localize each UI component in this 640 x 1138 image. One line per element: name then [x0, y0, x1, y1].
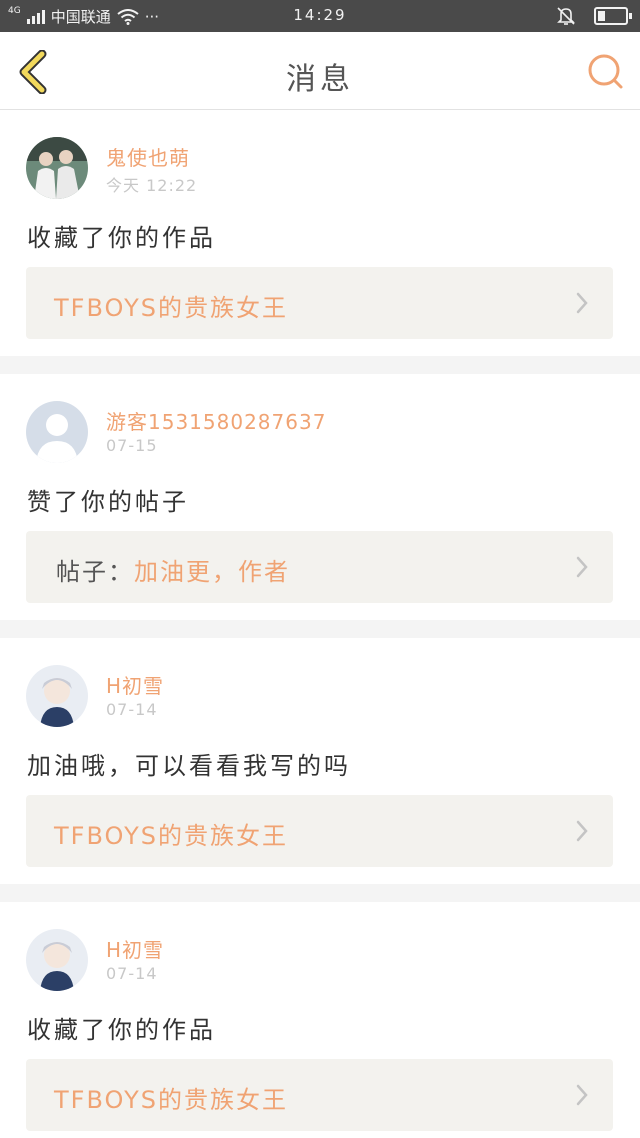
message-list: 鬼使也萌 今天 12:22 收藏了你的作品 TFBOYS的贵族女王 游客1531…: [0, 110, 640, 1138]
chevron-right-icon: [576, 820, 588, 842]
reference-prefix: 帖子：: [56, 558, 134, 586]
username[interactable]: H初雪: [106, 670, 164, 699]
message-card[interactable]: H初雪 07-14 加油哦，可以看看我写的吗 TFBOYS的贵族女王: [0, 638, 640, 884]
reference-link[interactable]: 帖子：加油更，作者: [26, 531, 613, 603]
message-action: 收藏了你的作品: [27, 224, 216, 252]
chevron-right-icon: [576, 292, 588, 314]
message-time: 今天 12:22: [106, 176, 198, 195]
avatar[interactable]: [26, 929, 88, 991]
message-action: 加油哦，可以看看我写的吗: [27, 752, 351, 780]
status-right: [556, 6, 632, 26]
status-time: 14:29: [293, 6, 347, 24]
message-time: 07-15: [106, 436, 158, 455]
search-icon[interactable]: [586, 52, 624, 90]
message-action: 收藏了你的作品: [27, 1016, 216, 1044]
message-time: 07-14: [106, 700, 158, 719]
bell-off-icon: [557, 7, 575, 25]
chevron-right-icon: [576, 556, 588, 578]
avatar[interactable]: [26, 401, 88, 463]
username[interactable]: 游客1531580287637: [106, 406, 326, 435]
nav-bar: 消息: [0, 32, 640, 110]
username[interactable]: H初雪: [106, 934, 164, 963]
chevron-right-icon: [576, 1084, 588, 1106]
status-bar: 4G 中国联通 ··· 14:29: [0, 0, 640, 32]
reference-title: TFBOYS的贵族女王: [54, 1086, 288, 1114]
avatar[interactable]: [26, 665, 88, 727]
reference-text: TFBOYS的贵族女王: [54, 816, 288, 851]
avatar[interactable]: [26, 137, 88, 199]
reference-title: TFBOYS的贵族女王: [54, 294, 288, 322]
reference-link[interactable]: TFBOYS的贵族女王: [26, 1059, 613, 1131]
message-time: 07-14: [106, 964, 158, 983]
battery-icon: [594, 7, 632, 25]
reference-text: TFBOYS的贵族女王: [54, 1080, 288, 1115]
message-card[interactable]: 鬼使也萌 今天 12:22 收藏了你的作品 TFBOYS的贵族女王: [0, 110, 640, 356]
reference-text: TFBOYS的贵族女王: [54, 288, 288, 323]
reference-title: TFBOYS的贵族女王: [54, 822, 288, 850]
reference-text: 帖子：加油更，作者: [56, 552, 290, 587]
message-card[interactable]: 游客1531580287637 07-15 赞了你的帖子 帖子：加油更，作者: [0, 374, 640, 620]
username[interactable]: 鬼使也萌: [106, 142, 190, 171]
reference-link[interactable]: TFBOYS的贵族女王: [26, 267, 613, 339]
reference-title: 加油更，作者: [134, 558, 290, 586]
message-action: 赞了你的帖子: [27, 488, 189, 516]
reference-link[interactable]: TFBOYS的贵族女王: [26, 795, 613, 867]
page-title: 消息: [286, 62, 354, 97]
message-card[interactable]: H初雪 07-14 收藏了你的作品 TFBOYS的贵族女王: [0, 902, 640, 1138]
